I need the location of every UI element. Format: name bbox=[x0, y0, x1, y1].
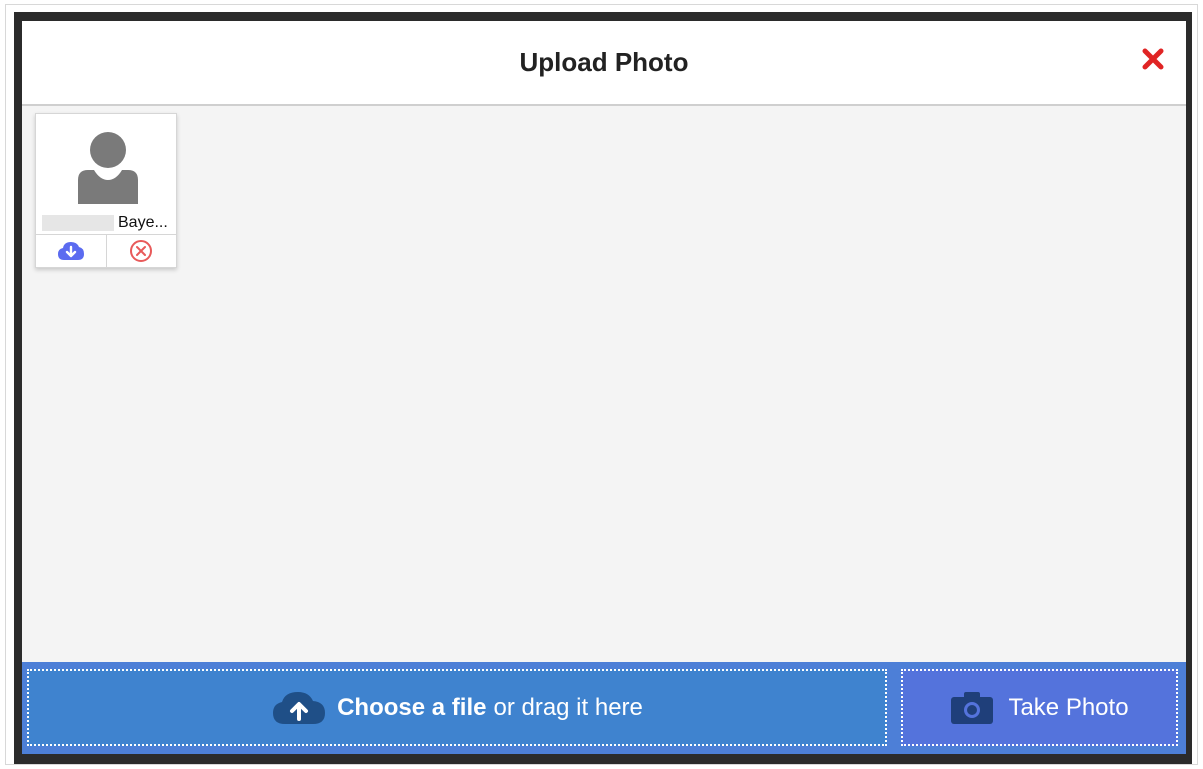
close-button[interactable] bbox=[1140, 46, 1166, 72]
photo-name-row: Baye... bbox=[36, 212, 176, 234]
photo-card[interactable]: Baye... bbox=[35, 113, 177, 268]
close-x-icon bbox=[1142, 48, 1164, 70]
photo-name: Baye... bbox=[118, 214, 168, 231]
dialog-header: Upload Photo bbox=[22, 21, 1186, 106]
redacted-name bbox=[42, 215, 114, 231]
photo-list-area: Baye... bbox=[22, 106, 1186, 662]
download-button[interactable] bbox=[36, 235, 106, 267]
cloud-download-icon bbox=[57, 242, 84, 260]
remove-button[interactable] bbox=[105, 235, 177, 267]
cloud-upload-icon bbox=[273, 691, 326, 724]
drag-hint-label: or drag it here bbox=[493, 693, 643, 721]
choose-file-dropzone[interactable]: Choose a file or drag it here bbox=[27, 669, 887, 746]
circle-x-icon bbox=[130, 240, 153, 262]
upload-bar: Choose a file or drag it here Take Photo bbox=[22, 662, 1186, 754]
upload-photo-dialog: Upload Photo Baye... Choose a file or dr… bbox=[22, 21, 1186, 754]
camera-icon bbox=[951, 691, 994, 724]
take-photo-label: Take Photo bbox=[1008, 693, 1129, 721]
photo-card-actions bbox=[36, 234, 176, 267]
person-silhouette-icon bbox=[78, 132, 138, 204]
choose-file-label: Choose a file bbox=[337, 693, 487, 721]
dialog-title: Upload Photo bbox=[519, 47, 689, 77]
take-photo-button[interactable]: Take Photo bbox=[901, 669, 1178, 746]
